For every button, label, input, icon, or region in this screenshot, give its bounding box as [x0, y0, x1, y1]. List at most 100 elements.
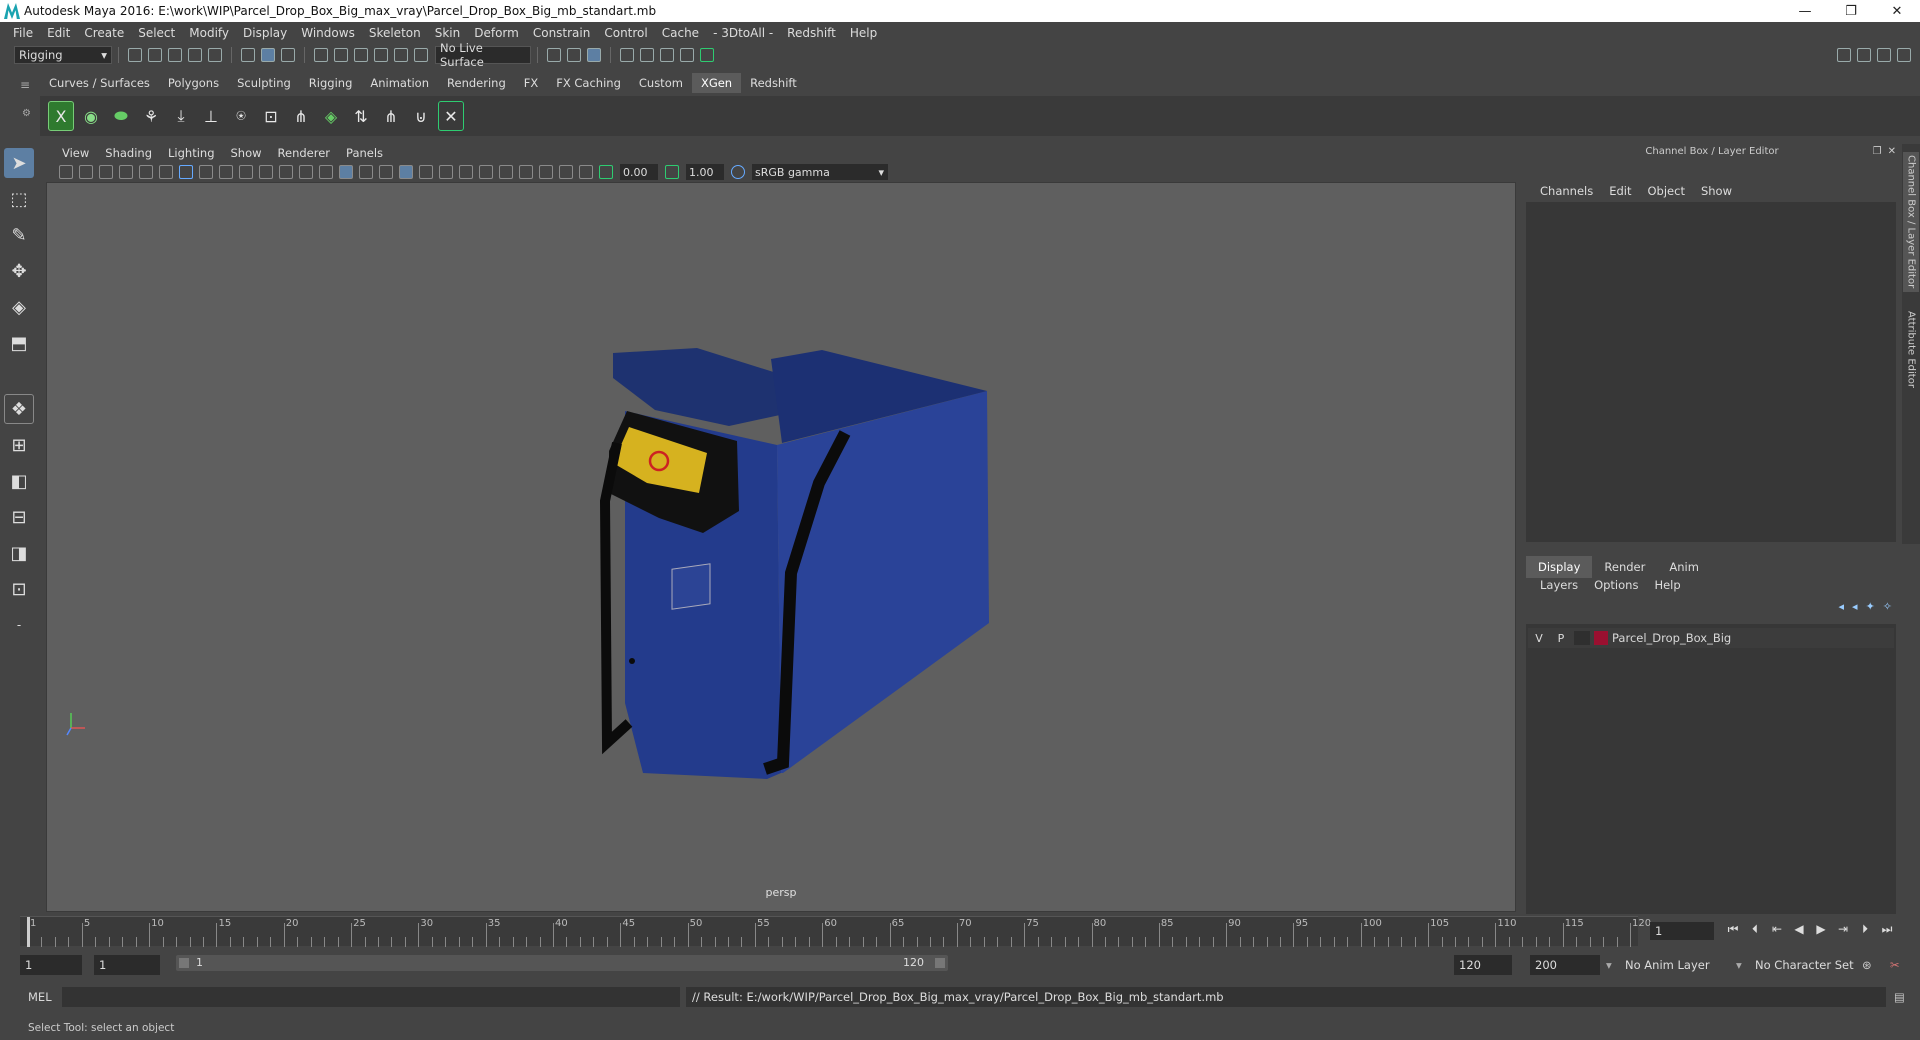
playback-end-field[interactable]: 120 — [1454, 955, 1512, 975]
open-scene-icon[interactable] — [148, 48, 162, 62]
menu-windows[interactable]: Windows — [294, 26, 362, 40]
construction-history-icon[interactable] — [587, 48, 601, 62]
undo-icon[interactable] — [188, 48, 202, 62]
persp-graph-layout-icon[interactable]: ⊟ — [4, 502, 34, 532]
menu-constrain[interactable]: Constrain — [526, 26, 598, 40]
safe-action-icon[interactable] — [279, 165, 293, 179]
float-panel-icon[interactable]: ❐ — [1873, 146, 1882, 157]
magnet-icon[interactable] — [414, 48, 428, 62]
help-menu[interactable]: Help — [1646, 578, 1688, 592]
snap-live-icon[interactable] — [394, 48, 408, 62]
select-hierarchy-icon[interactable] — [241, 48, 255, 62]
new-layer-selected-icon[interactable]: ✧ — [1883, 600, 1892, 613]
play-backward-icon[interactable]: ◀ — [1788, 922, 1810, 937]
render-view-icon[interactable] — [700, 48, 714, 62]
default-material-icon[interactable] — [359, 165, 373, 179]
menu-cache[interactable]: Cache — [655, 26, 706, 40]
channel-box-toggle-icon[interactable] — [1897, 48, 1911, 62]
layer-playback-toggle[interactable]: P — [1550, 632, 1572, 645]
history-icon[interactable] — [547, 48, 561, 62]
menu-deform[interactable]: Deform — [467, 26, 526, 40]
isolate-select-icon[interactable] — [519, 165, 533, 179]
render-frame-icon[interactable] — [620, 48, 634, 62]
lasso-tool-icon[interactable]: ⬚ — [4, 184, 34, 214]
panel-menu-lighting[interactable]: Lighting — [160, 146, 222, 160]
more-layouts-icon[interactable]: - — [4, 610, 34, 640]
new-scene-icon[interactable] — [128, 48, 142, 62]
gamma-field[interactable]: 1.00 — [686, 164, 724, 180]
go-to-end-icon[interactable]: ⏭ — [1876, 922, 1898, 937]
parcel-drop-box-model[interactable] — [47, 183, 1517, 913]
shelf-tab-fx-caching[interactable]: FX Caching — [547, 73, 630, 93]
layers-menu[interactable]: Layers — [1532, 578, 1586, 592]
persp-outliner-layout-icon[interactable]: ◧ — [4, 466, 34, 496]
move-tool-icon[interactable]: ✥ — [4, 256, 34, 286]
single-perspective-layout-icon[interactable]: ❖ — [4, 394, 34, 424]
2d-pan-zoom-icon[interactable] — [139, 165, 153, 179]
menu-skin[interactable]: Skin — [428, 26, 468, 40]
panel-menu-shading[interactable]: Shading — [97, 146, 160, 160]
use-all-lights-icon[interactable] — [399, 165, 413, 179]
menu-3dtoall[interactable]: - 3DtoAll - — [706, 26, 780, 40]
color-space-dropdown[interactable]: sRGB gamma ▾ — [752, 164, 888, 180]
panel-menu-view[interactable]: View — [54, 146, 97, 160]
layer-color-swatch[interactable] — [1594, 631, 1608, 645]
field-chart-icon[interactable] — [259, 165, 273, 179]
chevron-down-icon[interactable]: ▾ — [1736, 958, 1742, 972]
scale-tool-icon[interactable]: ⬒ — [4, 328, 34, 358]
color-management-icon[interactable] — [731, 165, 745, 179]
four-view-layout-icon[interactable]: ⊞ — [4, 430, 34, 460]
step-forward-key-icon[interactable]: ⇥ — [1832, 922, 1854, 937]
shelf-tab-animation[interactable]: Animation — [361, 73, 438, 93]
object-menu[interactable]: Object — [1640, 184, 1693, 198]
menu-control[interactable]: Control — [597, 26, 654, 40]
current-time-indicator[interactable] — [27, 917, 30, 947]
side-tab-channel-box[interactable]: Channel Box / Layer Editor — [1903, 152, 1919, 292]
preferences-icon[interactable]: ✂ — [1890, 958, 1900, 972]
multisample-aa-icon[interactable] — [479, 165, 493, 179]
playback-start-field[interactable]: 1 — [94, 955, 160, 975]
range-end-handle[interactable] — [935, 958, 945, 968]
snap-curve-icon[interactable] — [334, 48, 348, 62]
step-back-frame-icon[interactable]: ⏴ — [1744, 922, 1766, 937]
side-tab-attribute-editor[interactable]: Attribute Editor — [1903, 304, 1919, 394]
redo-icon[interactable] — [208, 48, 222, 62]
shelf-tab-custom[interactable]: Custom — [630, 73, 692, 93]
menu-modify[interactable]: Modify — [182, 26, 236, 40]
attribute-editor-toggle-icon[interactable] — [1857, 48, 1871, 62]
channels-menu[interactable]: Channels — [1532, 184, 1601, 198]
time-slider[interactable]: 1 5 10 15 20 25 30 35 40 45 50 55 60 65 70 75 80 85 90 95 10… — [20, 916, 1651, 947]
outliner-persp-layout-icon[interactable]: ◨ — [4, 538, 34, 568]
play-forward-icon[interactable]: ▶ — [1810, 922, 1832, 937]
script-editor-icon[interactable]: ▤ — [1894, 990, 1905, 1004]
xgen-editor-icon[interactable]: X — [48, 101, 74, 131]
hypershade-icon[interactable] — [680, 48, 694, 62]
go-to-start-icon[interactable]: ⏮ — [1722, 922, 1744, 937]
safe-title-icon[interactable] — [299, 165, 313, 179]
anim-layer-dropdown[interactable]: No Anim Layer — [1620, 955, 1734, 975]
gamma-icon[interactable] — [665, 165, 679, 179]
tab-anim[interactable]: Anim — [1657, 556, 1711, 578]
shelf-menu-icon[interactable]: ≡ — [20, 78, 34, 92]
tool-settings-toggle-icon[interactable] — [1877, 48, 1891, 62]
shelf-tab-curves-surfaces[interactable]: Curves / Surfaces — [40, 73, 159, 93]
camera-select-icon[interactable] — [59, 165, 73, 179]
input-output-icon[interactable] — [567, 48, 581, 62]
xgen-move-guide-icon[interactable]: ⤓ — [168, 101, 194, 131]
new-empty-layer-icon[interactable]: ✦ — [1866, 600, 1875, 613]
exposure-icon[interactable] — [599, 165, 613, 179]
select-tool-icon[interactable]: ➤ — [4, 148, 34, 178]
xgen-grass-icon[interactable]: ⋔ — [288, 101, 314, 131]
command-input[interactable] — [62, 987, 680, 1007]
resolution-gate-icon[interactable] — [219, 165, 233, 179]
step-back-key-icon[interactable]: ⇤ — [1766, 922, 1788, 937]
panel-menu-panels[interactable]: Panels — [338, 146, 391, 160]
chevron-down-icon[interactable]: ▾ — [1606, 958, 1612, 972]
shelf-tab-xgen[interactable]: XGen — [691, 73, 742, 93]
menu-create[interactable]: Create — [77, 26, 131, 40]
grid-icon[interactable] — [179, 165, 193, 179]
menu-file[interactable]: File — [6, 26, 40, 40]
animation-start-field[interactable]: 1 — [20, 955, 82, 975]
xray-components-icon[interactable] — [579, 165, 593, 179]
edit-menu[interactable]: Edit — [1601, 184, 1639, 198]
